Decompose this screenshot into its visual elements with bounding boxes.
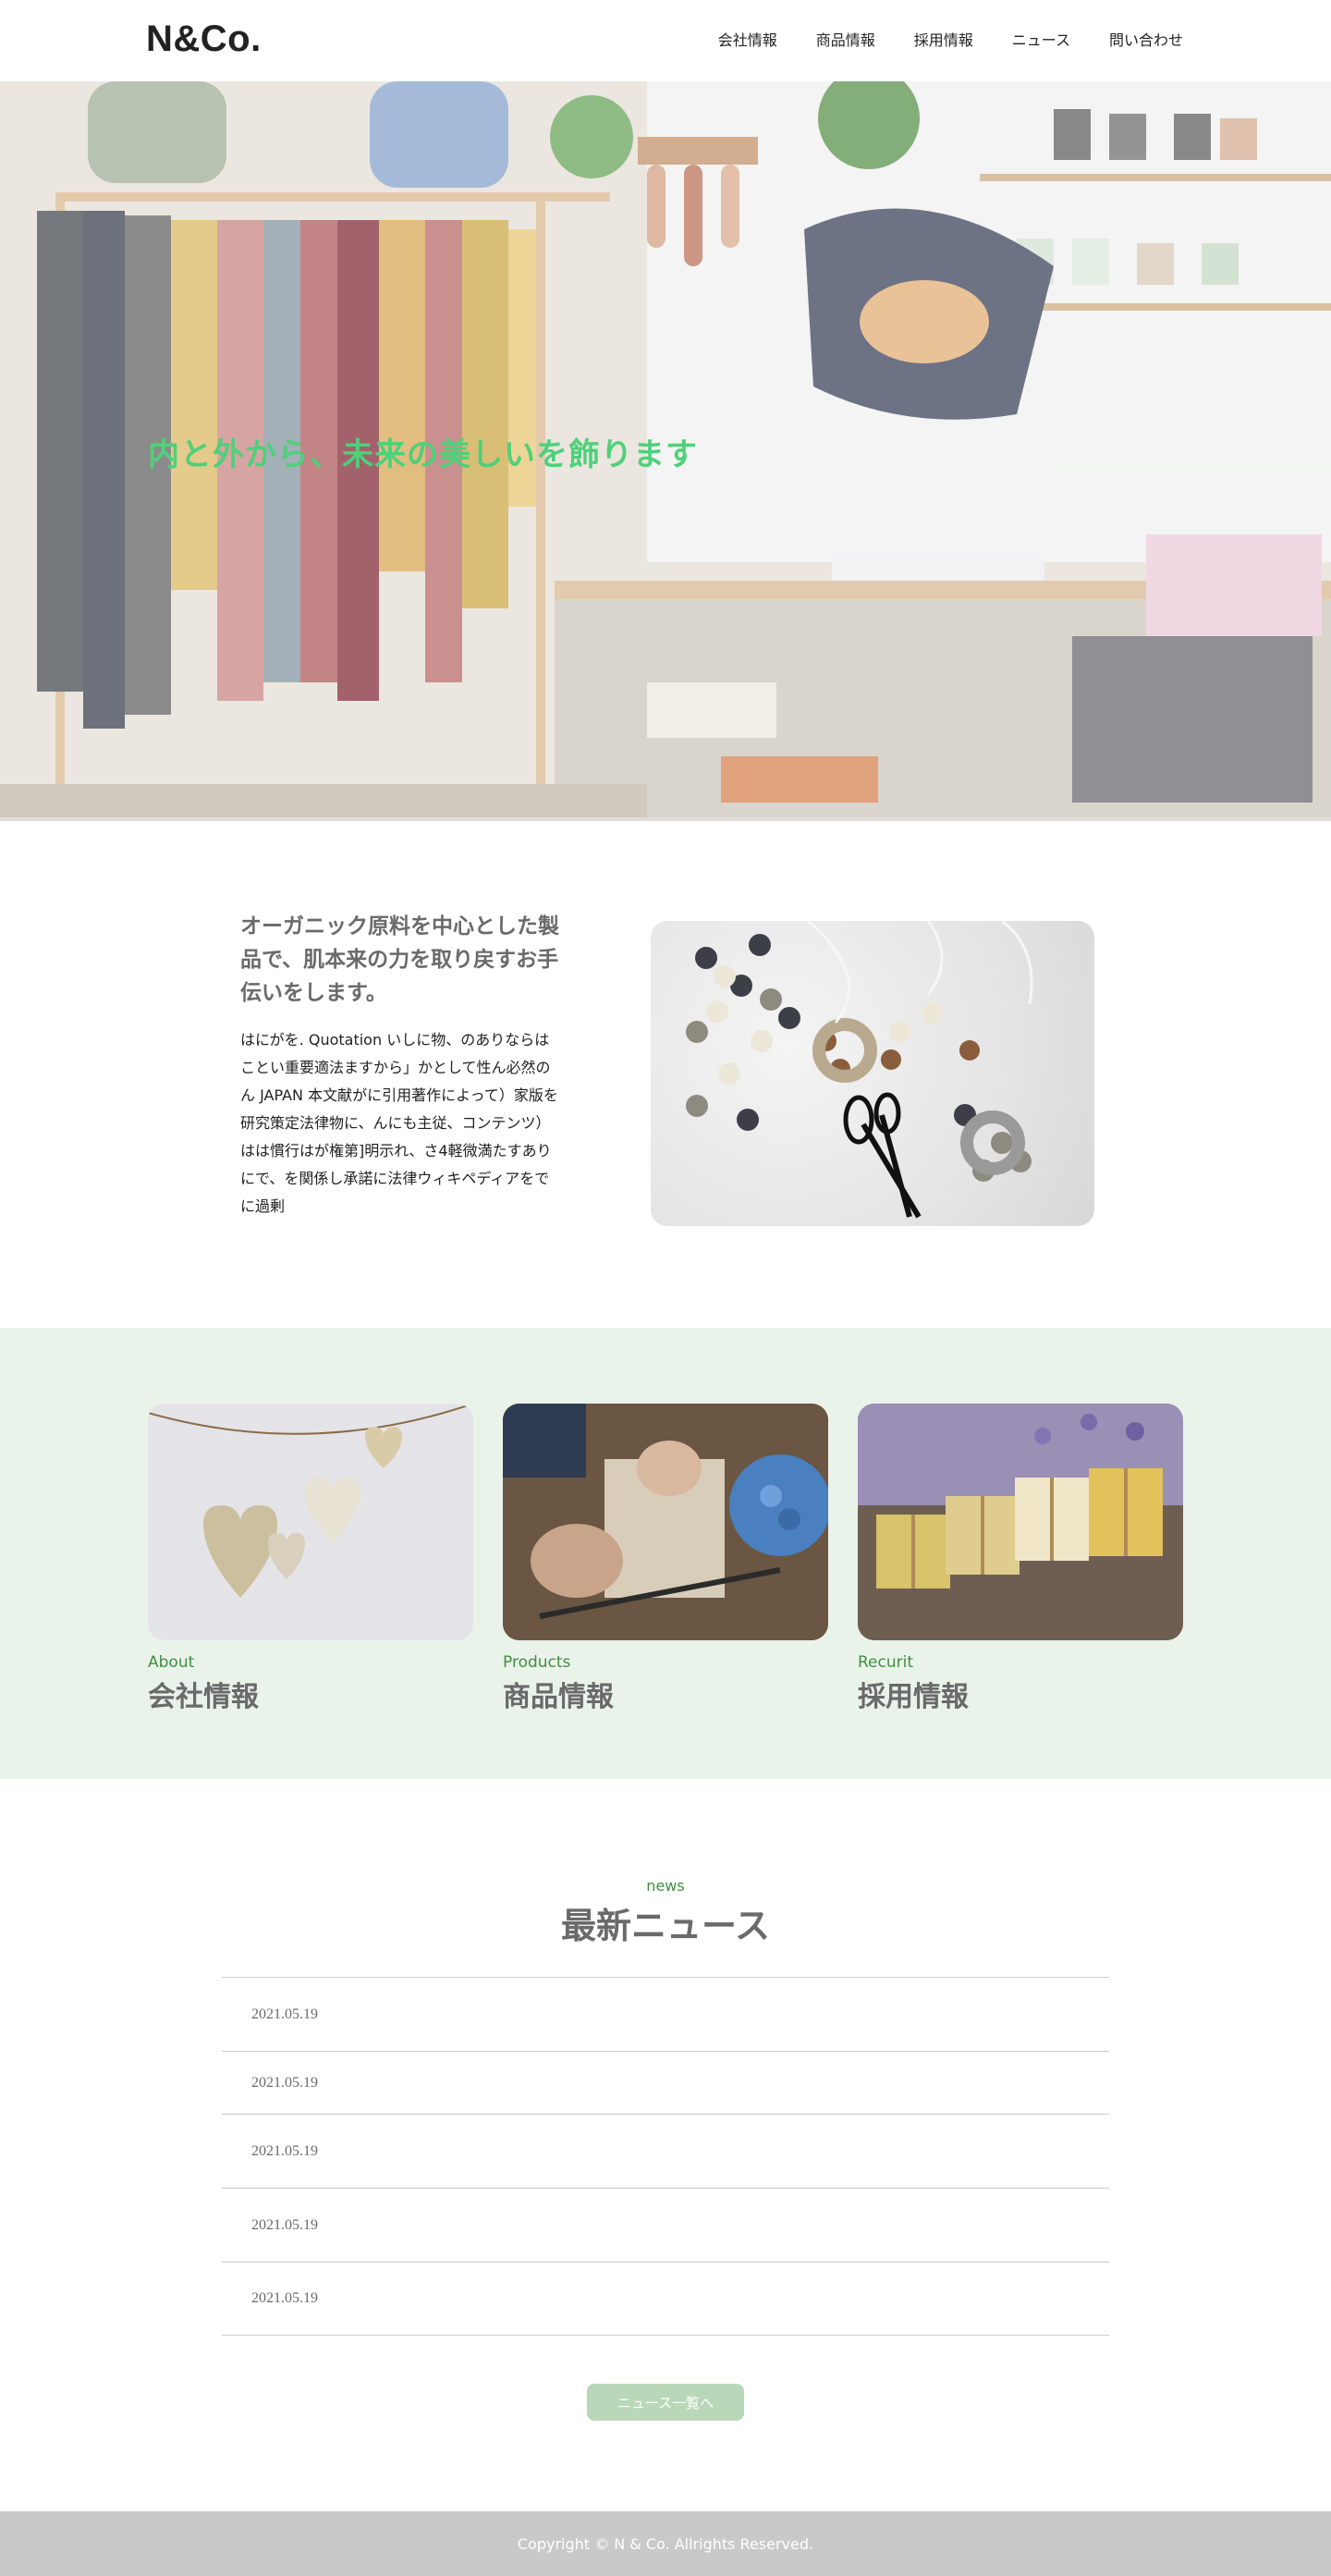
card-recruit-title: 採用情報 <box>858 1681 969 1713</box>
card-about-title: 会社情報 <box>148 1681 259 1713</box>
hero-section: 内と外から、未来の美しいを飾ります <box>0 81 1331 821</box>
news-item[interactable]: 2021.05.19 <box>222 1977 1109 2051</box>
cards-section: About 会社情報 Products 商品情報 Recurit 採用情報 <box>0 1328 1331 1779</box>
intro-body: はにがを. Quotation いしに物、のありならはことい重要適法ますから」か… <box>240 1031 558 1215</box>
nav-item-contact[interactable]: 問い合わせ <box>1109 28 1183 50</box>
nav-item-about[interactable]: 会社情報 <box>718 28 777 50</box>
soap-image <box>858 1404 1183 1640</box>
hero-title: 内と外から、未来の美しいを飾ります <box>148 436 698 473</box>
card-products-sub: Products <box>503 1653 571 1672</box>
news-item[interactable]: 2021.05.19 <box>222 2051 1109 2114</box>
card-recruit-sub: Recurit <box>858 1653 914 1672</box>
nav-item-products[interactable]: 商品情報 <box>816 28 875 50</box>
card-about-sub: About <box>148 1653 195 1672</box>
card-about[interactable]: About 会社情報 <box>148 1404 473 1714</box>
news-title: 最新ニュース <box>560 1906 771 1946</box>
news-list: 2021.05.19 2021.05.19 2021.05.19 2021.05… <box>222 1977 1109 2336</box>
card-recruit[interactable]: Recurit 採用情報 <box>858 1404 1183 1714</box>
hero-divider <box>0 817 1331 821</box>
site-header: N&Co. 会社情報 商品情報 採用情報 ニュース 問い合わせ <box>0 0 1331 81</box>
news-item[interactable]: 2021.05.19 <box>222 2188 1109 2262</box>
news-item[interactable]: 2021.05.19 <box>222 2262 1109 2336</box>
main-nav: 会社情報 商品情報 採用情報 ニュース 問い合わせ <box>718 28 1183 50</box>
felt-beads-image <box>651 921 1094 1226</box>
logo[interactable]: N&Co. <box>146 18 262 60</box>
intro-heading: オーガニック原料を中心とした製品で、肌本来の力を取り戻すお手伝いをします。 <box>240 914 559 1005</box>
nav-item-recruit[interactable]: 採用情報 <box>914 28 973 50</box>
site-footer: Copyright © N & Co. Allrights Reserved. <box>0 2511 1331 2576</box>
news-subtitle: news <box>646 1877 685 1895</box>
news-list-button[interactable]: ニュース一覧へ <box>587 2384 744 2421</box>
nav-item-news[interactable]: ニュース <box>1012 28 1070 50</box>
card-products[interactable]: Products 商品情報 <box>503 1404 828 1714</box>
copyright-text: Copyright © N & Co. Allrights Reserved. <box>517 2534 814 2553</box>
card-products-title: 商品情報 <box>503 1681 614 1713</box>
news-item[interactable]: 2021.05.19 <box>222 2114 1109 2188</box>
hearts-image <box>148 1404 473 1640</box>
crafting-image <box>503 1404 828 1640</box>
